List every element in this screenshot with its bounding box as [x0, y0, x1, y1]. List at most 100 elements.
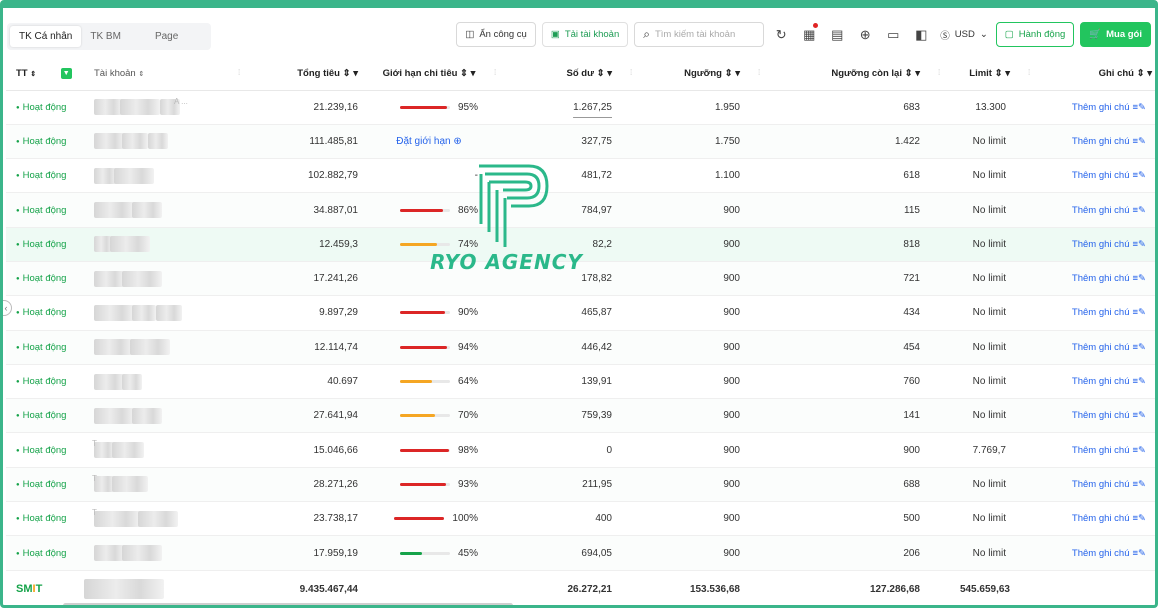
add-note-link[interactable]: Thêm ghi chú ≡✎ — [1022, 501, 1155, 537]
account-cell[interactable] — [84, 124, 232, 160]
account-cell[interactable]: T — [84, 501, 232, 537]
account-cell[interactable] — [84, 330, 232, 365]
spend-limit-bar — [399, 448, 450, 452]
total-spend-cell: 27.641,94 — [232, 398, 370, 434]
col-account[interactable]: Tài khoản ⇕ — [84, 58, 232, 91]
col-remaining[interactable]: ⁞ Ngưỡng còn lại ⇕ ▾ — [752, 58, 932, 91]
add-note-link[interactable]: Thêm ghi chú ≡✎ — [1022, 330, 1155, 365]
balance-cell: 446,42 — [488, 330, 624, 365]
total-spend-cell: 23.738,17 — [232, 501, 370, 537]
columns-icon[interactable]: ◧ — [910, 22, 932, 47]
col-balance[interactable]: ⁞ Số dư ⇕ ▾ — [488, 58, 624, 91]
account-avatar-blur — [94, 133, 124, 150]
col-note[interactable]: ⁞ Ghi chú ⇕ ▾ — [1022, 58, 1155, 91]
balance-cell: 481,72 — [488, 158, 624, 194]
account-cell[interactable]: T — [84, 467, 232, 503]
status-badge: Hoạt động — [6, 227, 84, 262]
search-box[interactable]: ⌕ Tìm kiếm tài khoản — [634, 22, 765, 47]
table-row[interactable]: Hoạt động 111.485,81 Đặt giới hạn ⊕ 327,… — [6, 124, 1155, 160]
limit-cell: No limit — [932, 158, 1022, 194]
table-row[interactable]: Hoạt động 12.459,3 74% 82,2 900 818 No l… — [6, 227, 1155, 262]
account-cell[interactable]: A ... — [84, 90, 232, 125]
account-cell[interactable] — [84, 364, 232, 400]
add-note-link[interactable]: Thêm ghi chú ≡✎ — [1022, 90, 1155, 125]
limit-cell: 7.769,7 — [932, 432, 1022, 468]
set-limit-link[interactable]: Đặt giới hạn ⊕ — [370, 124, 488, 160]
spend-limit-bar — [399, 551, 450, 555]
table-row[interactable]: Hoạt động 9.897,29 90% 465,87 900 434 No… — [6, 295, 1155, 331]
filter-icon[interactable]: ▼ — [60, 68, 72, 80]
total-spend-cell: 12.114,74 — [232, 330, 370, 365]
add-note-label: Thêm ghi chú — [1071, 273, 1130, 285]
table-row[interactable]: Hoạt động 27.641,94 70% 759,39 900 141 N… — [6, 398, 1155, 434]
edit-note-icon: ≡✎ — [1132, 513, 1146, 525]
refresh-icon[interactable]: ↻ — [770, 22, 792, 47]
account-name-blur — [138, 510, 178, 527]
spend-limit-percent: 93% — [457, 478, 478, 490]
account-name-blur — [112, 476, 148, 493]
account-cell[interactable] — [84, 398, 232, 434]
account-cell[interactable] — [84, 535, 232, 571]
tab-personal[interactable]: TK Cá nhân — [10, 25, 82, 47]
remaining-threshold-cell: 206 — [752, 535, 932, 571]
account-cell[interactable] — [84, 261, 232, 297]
table-row[interactable]: Hoạt động 17.959,19 45% 694,05 900 206 N… — [6, 535, 1155, 571]
col-limit[interactable]: ⁞ Limit ⇕ ▾ — [932, 58, 1022, 91]
spend-limit-percent: 94% — [457, 341, 478, 353]
table-row[interactable]: Hoạt động T 23.738,17 100% 400 900 500 N… — [6, 501, 1155, 537]
cart-icon: 🛒 — [1089, 29, 1102, 40]
table-row[interactable]: Hoạt động 34.887,01 86% 784,97 900 115 N… — [6, 192, 1155, 228]
hide-tools-button[interactable]: ◫ Ẩn công cụ — [456, 22, 536, 47]
col-spend-limit[interactable]: Giới hạn chi tiêu ⇕ ▾ — [370, 58, 488, 91]
horizontal-scrollbar[interactable] — [63, 603, 513, 605]
table-row[interactable]: Hoạt động A ... 21.239,16 95% 1.267,25 1… — [6, 90, 1155, 125]
add-note-link[interactable]: Thêm ghi chú ≡✎ — [1022, 295, 1155, 331]
account-cell[interactable] — [84, 158, 232, 194]
add-note-link[interactable]: Thêm ghi chú ≡✎ — [1022, 158, 1155, 194]
table-row[interactable]: Hoạt động 12.114,74 94% 446,42 900 454 N… — [6, 330, 1155, 365]
col-total-spend[interactable]: ⁞ Tổng tiêu ⇕ ▾ — [232, 58, 370, 91]
col-balance-label: Số dư — [566, 68, 594, 80]
spend-limit-percent: 98% — [457, 444, 478, 456]
currency-select[interactable]: Ⓢ USD ⌄ — [938, 22, 990, 47]
status-badge: Hoạt động — [6, 295, 84, 331]
table-row[interactable]: Hoạt động T 28.271,26 93% 211,95 900 688… — [6, 467, 1155, 503]
table-row[interactable]: Hoạt động T 15.046,66 98% 0 900 900 7.76… — [6, 432, 1155, 468]
account-id-blur — [148, 133, 168, 150]
zoom-icon[interactable]: ⊕ — [854, 22, 876, 47]
col-account-label: Tài khoản — [94, 68, 136, 80]
account-cell[interactable]: T — [84, 432, 232, 468]
tab-page[interactable]: Page — [130, 26, 208, 47]
col-threshold[interactable]: ⁞ Ngưỡng ⇕ ▾ — [624, 58, 752, 91]
add-note-link[interactable]: Thêm ghi chú ≡✎ — [1022, 432, 1155, 468]
account-avatar-blur — [94, 167, 116, 184]
report-icon[interactable]: ▤ — [826, 22, 848, 47]
table-row[interactable]: Hoạt động 17.241,26 178,82 900 721 No li… — [6, 261, 1155, 297]
account-cell[interactable] — [84, 192, 232, 228]
add-note-link[interactable]: Thêm ghi chú ≡✎ — [1022, 192, 1155, 228]
add-note-link[interactable]: Thêm ghi chú ≡✎ — [1022, 467, 1155, 503]
add-note-link[interactable]: Thêm ghi chú ≡✎ — [1022, 227, 1155, 262]
status-badge: Hoạt động — [6, 501, 84, 537]
account-cell[interactable] — [84, 227, 232, 262]
add-note-link[interactable]: Thêm ghi chú ≡✎ — [1022, 535, 1155, 571]
calendar-icon[interactable]: ▦ — [798, 22, 820, 47]
spend-limit-bar-fill — [399, 311, 445, 315]
col-status[interactable]: TT ⇕ ▼ — [6, 58, 84, 91]
spend-limit-percent: 70% — [457, 410, 478, 422]
add-note-link[interactable]: Thêm ghi chú ≡✎ — [1022, 261, 1155, 297]
action-button[interactable]: ▢ Hành động — [995, 22, 1075, 47]
add-note-link[interactable]: Thêm ghi chú ≡✎ — [1022, 364, 1155, 400]
add-note-link[interactable]: Thêm ghi chú ≡✎ — [1022, 398, 1155, 434]
download-accounts-button[interactable]: ▣ Tải tài khoản — [541, 22, 629, 47]
notification-dot — [813, 23, 819, 28]
table-row[interactable]: Hoạt động 102.882,79 - 481,72 1.100 618 … — [6, 158, 1155, 194]
tab-bm[interactable]: TK BM — [81, 26, 130, 47]
balance-cell: 139,91 — [488, 364, 624, 400]
add-note-link[interactable]: Thêm ghi chú ≡✎ — [1022, 124, 1155, 160]
table-row[interactable]: Hoạt động 40.697 64% 139,91 900 760 No l… — [6, 364, 1155, 400]
message-icon[interactable]: ▭ — [882, 22, 904, 47]
buy-package-button[interactable]: 🛒 Mua gói — [1080, 22, 1151, 47]
account-cell[interactable] — [84, 295, 232, 331]
limit-cell: No limit — [932, 192, 1022, 228]
